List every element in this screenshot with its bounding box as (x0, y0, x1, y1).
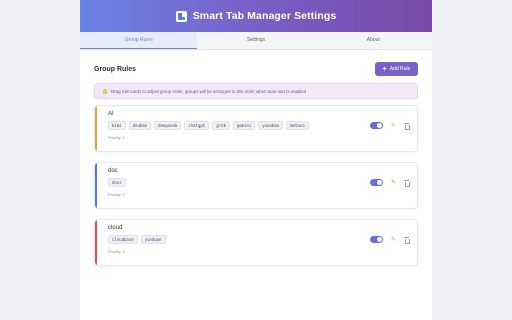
rule-controls: ✎ (369, 236, 410, 244)
info-text: Drag rule cards to adjust group order, g… (111, 88, 307, 94)
rule-card-ai[interactable]: AI kimi doubao deepseek chatgpt grok gem… (94, 105, 418, 152)
tab-group-rules[interactable]: Group Rules (80, 32, 198, 49)
keyword-tag: chatgpt (184, 121, 210, 130)
keyword-list: docs (108, 178, 126, 187)
keyword-tag: yunduan (140, 235, 166, 244)
rule-priority: Priority: 3 (108, 249, 125, 254)
keyword-tag: gemini (232, 121, 256, 130)
keyword-tag: grok (212, 121, 230, 130)
rule-priority: Priority: 1 (108, 135, 125, 140)
rule-color-stripe (95, 220, 97, 265)
edit-pencil-icon[interactable]: ✎ (391, 237, 396, 243)
delete-trash-icon[interactable] (404, 179, 410, 187)
plus-icon: + (382, 65, 387, 73)
rule-priority: Priority: 2 (108, 192, 125, 197)
edit-pencil-icon[interactable]: ✎ (391, 123, 396, 129)
rule-list: AI kimi doubao deepseek chatgpt grok gem… (94, 105, 418, 266)
enable-toggle[interactable] (369, 179, 383, 186)
rule-card-doc[interactable]: doc docs Priority: 2 ✎ (94, 162, 418, 209)
add-rule-label: Add Rule (389, 66, 411, 72)
keyword-tag: docs (108, 178, 126, 187)
rule-color-stripe (95, 163, 97, 208)
rule-controls: ✎ (369, 179, 410, 187)
keyword-tag: doubao (128, 121, 152, 130)
info-banner: Drag rule cards to adjust group order, g… (94, 83, 418, 99)
app-logo-icon (175, 10, 187, 22)
header: Smart Tab Manager Settings (80, 0, 432, 32)
settings-panel: Smart Tab Manager Settings Group Rules S… (80, 0, 432, 320)
section-title: Group Rules (94, 65, 137, 73)
keyword-tag: metaso (286, 121, 309, 130)
rule-name: AI (108, 111, 114, 117)
keyword-tag: kimi (108, 121, 126, 130)
lightbulb-icon (103, 88, 107, 94)
section-header: Group Rules + Add Rule (94, 62, 418, 76)
enable-toggle[interactable] (369, 122, 383, 129)
keyword-tag: cloudbase (108, 235, 138, 244)
edit-pencil-icon[interactable]: ✎ (391, 180, 396, 186)
main-content: Group Rules + Add Rule Drag rule cards t… (80, 50, 432, 266)
delete-trash-icon[interactable] (404, 236, 410, 244)
delete-trash-icon[interactable] (404, 122, 410, 130)
keyword-list: cloudbase yunduan (108, 235, 166, 244)
tab-about[interactable]: About (315, 32, 432, 49)
add-rule-button[interactable]: + Add Rule (375, 62, 418, 76)
page-title: Smart Tab Manager Settings (192, 10, 337, 22)
rule-name: doc (108, 168, 118, 174)
rule-name: cloud (108, 225, 123, 231)
rule-card-cloud[interactable]: cloud cloudbase yunduan Priority: 3 ✎ (94, 219, 418, 266)
rule-controls: ✎ (369, 122, 410, 130)
rule-color-stripe (95, 106, 97, 151)
keyword-tag: yuanbao (258, 121, 284, 130)
keyword-list: kimi doubao deepseek chatgpt grok gemini… (108, 121, 309, 130)
keyword-tag: deepseek (154, 121, 182, 130)
enable-toggle[interactable] (369, 236, 383, 243)
tab-settings[interactable]: Settings (197, 32, 314, 49)
tab-bar: Group Rules Settings About (80, 32, 432, 50)
